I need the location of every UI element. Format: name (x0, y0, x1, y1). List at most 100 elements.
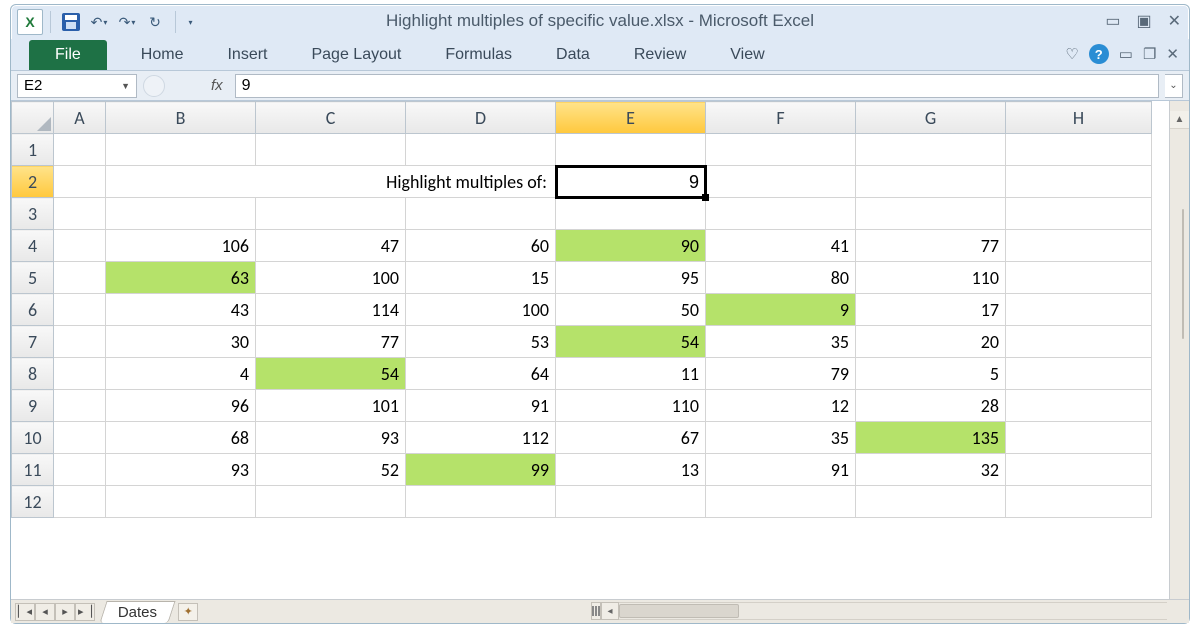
row-header-10[interactable]: 10 (12, 422, 54, 454)
undo-button[interactable]: ↶▾ (86, 9, 112, 35)
tab-view[interactable]: View (708, 40, 786, 70)
row-header-9[interactable]: 9 (12, 390, 54, 422)
tab-nav-next[interactable]: ▸ (55, 603, 75, 621)
hscroll-track[interactable] (619, 602, 1167, 620)
redo-button[interactable]: ↷▾ (114, 9, 140, 35)
cell-G11[interactable]: 32 (856, 454, 1006, 486)
cell-G5[interactable]: 110 (856, 262, 1006, 294)
cell-F8[interactable]: 79 (706, 358, 856, 390)
cell-G9[interactable]: 28 (856, 390, 1006, 422)
select-all-corner[interactable] (12, 102, 54, 134)
row-header-1[interactable]: 1 (12, 134, 54, 166)
cell-G6[interactable]: 17 (856, 294, 1006, 326)
formula-input[interactable]: 9 (235, 74, 1159, 98)
cell-B7[interactable]: 30 (106, 326, 256, 358)
expand-formula-bar-button[interactable]: ⌄ (1165, 74, 1183, 98)
cell-F11[interactable]: 91 (706, 454, 856, 486)
horizontal-scrollbar[interactable]: ◂ (591, 602, 1167, 620)
tab-page-layout[interactable]: Page Layout (289, 40, 423, 70)
tab-split-handle[interactable] (591, 602, 601, 620)
cell-D10[interactable]: 112 (406, 422, 556, 454)
cell-F7[interactable]: 35 (706, 326, 856, 358)
col-header-B[interactable]: B (106, 102, 256, 134)
cell-E6[interactable]: 50 (556, 294, 706, 326)
cell-C10[interactable]: 93 (256, 422, 406, 454)
tab-review[interactable]: Review (612, 40, 708, 70)
close-button[interactable]: ✕ (1168, 11, 1181, 31)
cell-G4[interactable]: 77 (856, 230, 1006, 262)
cell-D7[interactable]: 53 (406, 326, 556, 358)
row-header-11[interactable]: 11 (12, 454, 54, 486)
col-header-F[interactable]: F (706, 102, 856, 134)
cell-C11[interactable]: 52 (256, 454, 406, 486)
cell-G7[interactable]: 20 (856, 326, 1006, 358)
cell-C6[interactable]: 114 (256, 294, 406, 326)
cell-C5[interactable]: 100 (256, 262, 406, 294)
minimize-ribbon-icon[interactable]: ♡ (1065, 45, 1078, 63)
vertical-scrollbar[interactable]: ▲ (1169, 101, 1189, 599)
scroll-left-button[interactable]: ◂ (601, 602, 619, 620)
cell-E2[interactable]: 9 (556, 166, 706, 198)
cell-E10[interactable]: 67 (556, 422, 706, 454)
tab-nav-prev[interactable]: ◂ (35, 603, 55, 621)
name-box[interactable]: E2 ▼ (17, 74, 137, 98)
cell-F9[interactable]: 12 (706, 390, 856, 422)
row-header-2[interactable]: 2 (12, 166, 54, 198)
grid[interactable]: A B C D E F G H 1 2 High (11, 101, 1169, 599)
cell-E11[interactable]: 13 (556, 454, 706, 486)
cell-F10[interactable]: 35 (706, 422, 856, 454)
col-header-A[interactable]: A (54, 102, 106, 134)
excel-logo-icon[interactable]: X (17, 9, 43, 35)
row-header-7[interactable]: 7 (12, 326, 54, 358)
cell-E7[interactable]: 54 (556, 326, 706, 358)
tab-data[interactable]: Data (534, 40, 612, 70)
col-header-C[interactable]: C (256, 102, 406, 134)
col-header-E[interactable]: E (556, 102, 706, 134)
workbook-restore-button[interactable]: ❐ (1143, 45, 1156, 63)
row-header-6[interactable]: 6 (12, 294, 54, 326)
qat-customize-button[interactable]: ▾ (183, 9, 197, 35)
cell-E9[interactable]: 110 (556, 390, 706, 422)
col-header-D[interactable]: D (406, 102, 556, 134)
cell-G10[interactable]: 135 (856, 422, 1006, 454)
row-header-5[interactable]: 5 (12, 262, 54, 294)
cell-B9[interactable]: 96 (106, 390, 256, 422)
tab-insert[interactable]: Insert (205, 40, 289, 70)
row-header-4[interactable]: 4 (12, 230, 54, 262)
sheet-tab-dates[interactable]: Dates (99, 601, 175, 623)
cell-B10[interactable]: 68 (106, 422, 256, 454)
col-header-G[interactable]: G (856, 102, 1006, 134)
maximize-button[interactable]: ▣ (1136, 11, 1151, 31)
tab-file[interactable]: File (29, 40, 107, 70)
hscroll-thumb[interactable] (619, 604, 739, 618)
scroll-up-button[interactable]: ▲ (1170, 111, 1189, 129)
cancel-formula-button[interactable] (143, 75, 165, 97)
fx-icon[interactable]: fx (211, 77, 223, 94)
cell-F6[interactable]: 9 (706, 294, 856, 326)
save-button[interactable] (58, 9, 84, 35)
cell-G8[interactable]: 5 (856, 358, 1006, 390)
cell-E8[interactable]: 11 (556, 358, 706, 390)
cell-B6[interactable]: 43 (106, 294, 256, 326)
row-header-12[interactable]: 12 (12, 486, 54, 518)
cell-E4[interactable]: 90 (556, 230, 706, 262)
help-button[interactable]: ? (1089, 44, 1109, 64)
cell-D4[interactable]: 60 (406, 230, 556, 262)
col-header-H[interactable]: H (1006, 102, 1152, 134)
tab-nav-last[interactable]: ▸▕ (75, 603, 95, 621)
cell-E5[interactable]: 95 (556, 262, 706, 294)
cell-B8[interactable]: 4 (106, 358, 256, 390)
cell-C9[interactable]: 101 (256, 390, 406, 422)
row-header-3[interactable]: 3 (12, 198, 54, 230)
cell-B11[interactable]: 93 (106, 454, 256, 486)
cell-C7[interactable]: 77 (256, 326, 406, 358)
cell-D8[interactable]: 64 (406, 358, 556, 390)
cell-D11[interactable]: 99 (406, 454, 556, 486)
cell-D5[interactable]: 15 (406, 262, 556, 294)
cell-D6[interactable]: 100 (406, 294, 556, 326)
cell-D9[interactable]: 91 (406, 390, 556, 422)
vscroll-thumb[interactable] (1182, 209, 1184, 339)
workbook-close-button[interactable]: ✕ (1166, 45, 1179, 63)
repeat-button[interactable]: ↻ (142, 9, 168, 35)
tab-home[interactable]: Home (119, 40, 206, 70)
